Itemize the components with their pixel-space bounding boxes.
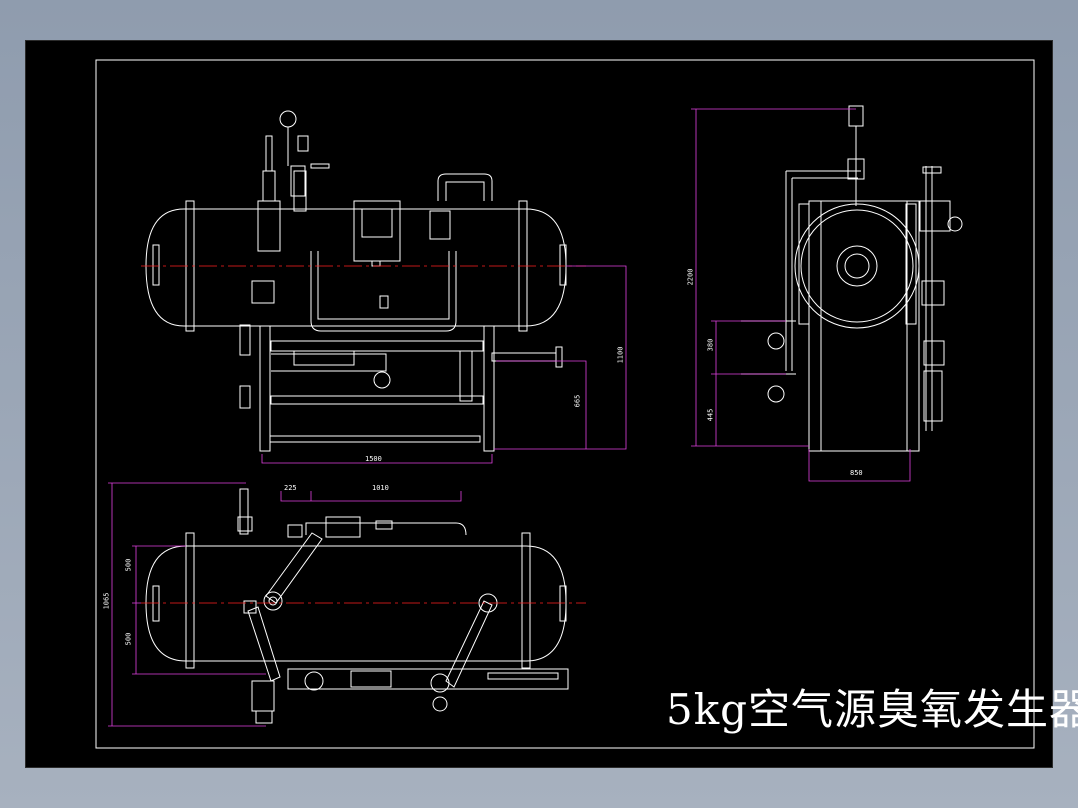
dim-plan-offset: 225 (284, 484, 297, 492)
dim-side-total-height: 2200 (686, 268, 695, 286)
dim-front-height: 1100 (616, 346, 625, 364)
dim-plan-lower: 500 (124, 632, 133, 646)
dim-side-base: 850 (850, 469, 863, 477)
dim-front-leg-height: 665 (573, 394, 582, 408)
dim-plan-length: 1010 (372, 484, 389, 492)
dim-plan-upper: 500 (124, 558, 133, 572)
dim-side-upper: 380 (706, 338, 715, 352)
dim-side-lower: 445 (706, 408, 715, 422)
dim-plan-total-width: 1065 (102, 592, 111, 610)
dimension-lines (108, 108, 911, 727)
front-view (145, 110, 567, 452)
dim-front-width: 1500 (365, 455, 382, 463)
side-view (741, 105, 963, 452)
inner-border (95, 59, 1035, 749)
drawing-title: 5kg空气源臭氧发生器 (666, 685, 1078, 734)
cad-drawing (95, 59, 1035, 749)
plan-view (145, 488, 569, 724)
drawing-sheet: 1500 1100 665 2200 380 445 850 225 1010 … (25, 40, 1078, 768)
